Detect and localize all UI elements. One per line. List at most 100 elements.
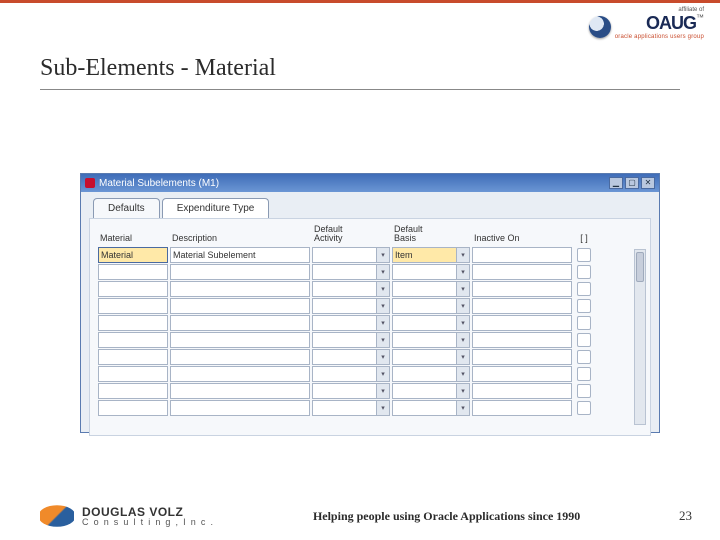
material-field[interactable] bbox=[98, 315, 168, 331]
chevron-down-icon[interactable]: ▾ bbox=[456, 332, 470, 348]
material-field[interactable] bbox=[98, 349, 168, 365]
material-field[interactable] bbox=[98, 298, 168, 314]
material-field[interactable]: Material bbox=[98, 247, 168, 263]
table-row: Material Material Subelement ▾ Item▾ bbox=[98, 247, 646, 263]
chevron-down-icon[interactable]: ▾ bbox=[376, 366, 390, 382]
row-checkbox[interactable] bbox=[577, 316, 591, 330]
material-field[interactable] bbox=[98, 383, 168, 399]
default-basis-field[interactable]: ▾ bbox=[392, 332, 470, 348]
default-basis-field[interactable]: ▾ bbox=[392, 366, 470, 382]
chevron-down-icon[interactable]: ▾ bbox=[456, 366, 470, 382]
description-field[interactable] bbox=[170, 400, 310, 416]
default-basis-field[interactable]: ▾ bbox=[392, 400, 470, 416]
default-basis-field[interactable]: ▾ bbox=[392, 264, 470, 280]
row-checkbox[interactable] bbox=[577, 282, 591, 296]
inactive-on-field[interactable] bbox=[472, 298, 572, 314]
default-activity-field[interactable]: ▾ bbox=[312, 349, 390, 365]
default-activity-field[interactable]: ▾ bbox=[312, 315, 390, 331]
chevron-down-icon[interactable]: ▾ bbox=[456, 247, 470, 263]
description-field[interactable] bbox=[170, 298, 310, 314]
oaug-affiliate-badge: affiliate of OAUG™ oracle applications u… bbox=[589, 7, 704, 40]
default-basis-field[interactable]: ▾ bbox=[392, 315, 470, 331]
material-field[interactable] bbox=[98, 366, 168, 382]
chevron-down-icon[interactable]: ▾ bbox=[456, 298, 470, 314]
chevron-down-icon[interactable]: ▾ bbox=[376, 383, 390, 399]
chevron-down-icon[interactable]: ▾ bbox=[376, 281, 390, 297]
window-close-button[interactable]: ✕ bbox=[641, 177, 655, 189]
description-field[interactable] bbox=[170, 366, 310, 382]
material-field[interactable] bbox=[98, 332, 168, 348]
inactive-on-field[interactable] bbox=[472, 247, 572, 263]
table-row: ▾ ▾ bbox=[98, 349, 646, 365]
col-default-basis: Default Basis bbox=[392, 225, 470, 246]
chevron-down-icon[interactable]: ▾ bbox=[456, 349, 470, 365]
chevron-down-icon[interactable]: ▾ bbox=[376, 264, 390, 280]
chevron-down-icon[interactable]: ▾ bbox=[376, 400, 390, 416]
chevron-down-icon[interactable]: ▾ bbox=[456, 383, 470, 399]
description-field[interactable] bbox=[170, 315, 310, 331]
default-activity-field[interactable]: ▾ bbox=[312, 383, 390, 399]
default-basis-field[interactable]: Item▾ bbox=[392, 247, 470, 263]
col-description: Description bbox=[170, 234, 310, 245]
description-field[interactable]: Material Subelement bbox=[170, 247, 310, 263]
default-activity-field[interactable]: ▾ bbox=[312, 332, 390, 348]
chevron-down-icon[interactable]: ▾ bbox=[376, 298, 390, 314]
description-field[interactable] bbox=[170, 383, 310, 399]
chevron-down-icon[interactable]: ▾ bbox=[376, 247, 390, 263]
row-checkbox[interactable] bbox=[577, 265, 591, 279]
description-field[interactable] bbox=[170, 281, 310, 297]
default-basis-field[interactable]: ▾ bbox=[392, 383, 470, 399]
inactive-on-field[interactable] bbox=[472, 366, 572, 382]
table-row: ▾ ▾ bbox=[98, 332, 646, 348]
row-checkbox[interactable] bbox=[577, 333, 591, 347]
inactive-on-field[interactable] bbox=[472, 281, 572, 297]
default-basis-field[interactable]: ▾ bbox=[392, 281, 470, 297]
description-field[interactable] bbox=[170, 349, 310, 365]
default-basis-field[interactable]: ▾ bbox=[392, 298, 470, 314]
inactive-on-field[interactable] bbox=[472, 349, 572, 365]
window-minimize-button[interactable]: ▁ bbox=[609, 177, 623, 189]
window-maximize-button[interactable]: ▢ bbox=[625, 177, 639, 189]
chevron-down-icon[interactable]: ▾ bbox=[376, 349, 390, 365]
col-bracket: [ ] bbox=[574, 234, 594, 245]
row-checkbox[interactable] bbox=[577, 384, 591, 398]
inactive-on-field[interactable] bbox=[472, 315, 572, 331]
material-field[interactable] bbox=[98, 264, 168, 280]
inactive-on-field[interactable] bbox=[472, 332, 572, 348]
row-checkbox[interactable] bbox=[577, 299, 591, 313]
default-activity-field[interactable]: ▾ bbox=[312, 281, 390, 297]
row-checkbox[interactable] bbox=[577, 350, 591, 364]
material-field[interactable] bbox=[98, 281, 168, 297]
default-activity-field[interactable]: ▾ bbox=[312, 400, 390, 416]
default-basis-field[interactable]: ▾ bbox=[392, 349, 470, 365]
chevron-down-icon[interactable]: ▾ bbox=[456, 400, 470, 416]
chevron-down-icon[interactable]: ▾ bbox=[376, 315, 390, 331]
description-field[interactable] bbox=[170, 264, 310, 280]
default-activity-field[interactable]: ▾ bbox=[312, 264, 390, 280]
inactive-on-field[interactable] bbox=[472, 383, 572, 399]
default-activity-field[interactable]: ▾ bbox=[312, 298, 390, 314]
inactive-on-field[interactable] bbox=[472, 400, 572, 416]
dv-swoosh-icon bbox=[40, 504, 74, 528]
scrollbar-thumb[interactable] bbox=[636, 252, 644, 282]
slide-title: Sub-Elements - Material bbox=[40, 55, 276, 82]
chevron-down-icon[interactable]: ▾ bbox=[456, 264, 470, 280]
inactive-on-field[interactable] bbox=[472, 264, 572, 280]
material-field[interactable] bbox=[98, 400, 168, 416]
description-field[interactable] bbox=[170, 332, 310, 348]
row-checkbox[interactable] bbox=[577, 367, 591, 381]
dv-logo-line2: C o n s u l t i n g , I n c . bbox=[82, 518, 214, 527]
window-title: Material Subelements (M1) bbox=[99, 178, 607, 189]
default-activity-field[interactable]: ▾ bbox=[312, 247, 390, 263]
tab-defaults[interactable]: Defaults bbox=[93, 198, 160, 218]
chevron-down-icon[interactable]: ▾ bbox=[456, 281, 470, 297]
vertical-scrollbar[interactable] bbox=[634, 249, 646, 425]
default-activity-field[interactable]: ▾ bbox=[312, 366, 390, 382]
chevron-down-icon[interactable]: ▾ bbox=[456, 315, 470, 331]
window-titlebar[interactable]: Material Subelements (M1) ▁ ▢ ✕ bbox=[81, 174, 659, 192]
row-checkbox[interactable] bbox=[577, 248, 591, 262]
tab-expenditure-type[interactable]: Expenditure Type bbox=[162, 198, 270, 218]
row-checkbox[interactable] bbox=[577, 401, 591, 415]
chevron-down-icon[interactable]: ▾ bbox=[376, 332, 390, 348]
table-row: ▾ ▾ bbox=[98, 400, 646, 416]
